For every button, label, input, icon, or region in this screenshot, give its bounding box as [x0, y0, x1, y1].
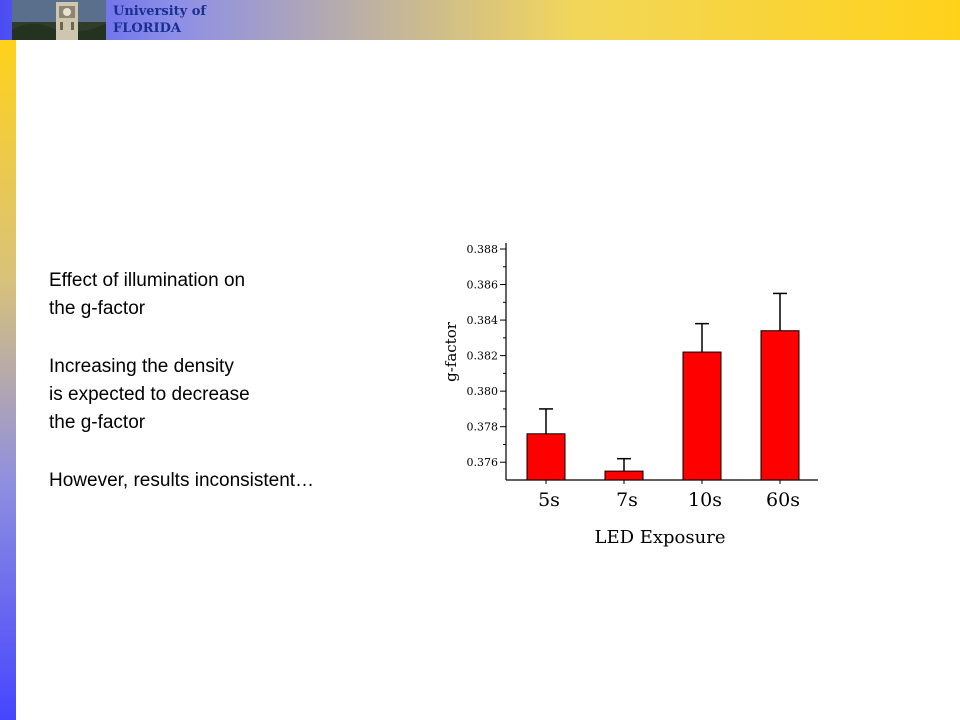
- y-tick-label: 0.388: [467, 243, 499, 256]
- y-tick-label: 0.384: [467, 314, 499, 327]
- note-line-5: the g-factor: [49, 412, 146, 433]
- y-tick-label: 0.378: [467, 421, 499, 434]
- y-tick-label: 0.386: [467, 279, 499, 292]
- side-bar: [0, 40, 16, 720]
- bar-5s: [526, 433, 566, 481]
- note-line-2: the g-factor: [49, 298, 146, 319]
- note-line-3: Increasing the density: [49, 356, 234, 377]
- university-tower-photo: [12, 0, 106, 40]
- x-tick-label: 60s: [766, 489, 800, 511]
- g-factor-bar-chart: 0.376 0.378 0.380 0.382 0.384 0.386 0.388 5s 7s 1…: [442, 243, 818, 548]
- note-line-6: However, results inconsistent…: [49, 470, 315, 491]
- bar-60s: [760, 330, 800, 481]
- slide-notes: Effect of illumination on the g-factor I…: [49, 267, 314, 495]
- y-tick-label: 0.376: [467, 456, 499, 469]
- note-line-4: is expected to decrease: [49, 384, 250, 405]
- logo-line-2: FLORIDA: [113, 21, 181, 36]
- bar-10s: [682, 351, 722, 481]
- x-axis-label: LED Exposure: [595, 527, 726, 548]
- university-logo: University of FLORIDA: [113, 3, 206, 37]
- bar-7s: [604, 470, 644, 481]
- x-tick-label: 5s: [538, 489, 560, 511]
- logo-line-1: University of: [113, 4, 207, 19]
- note-line-1: Effect of illumination on: [49, 270, 246, 291]
- x-tick-label: 7s: [616, 489, 638, 511]
- x-tick-label: 10s: [688, 489, 722, 511]
- y-tick-label: 0.382: [467, 350, 499, 363]
- y-tick-label: 0.380: [467, 385, 499, 398]
- y-axis-label: g-factor: [442, 321, 460, 382]
